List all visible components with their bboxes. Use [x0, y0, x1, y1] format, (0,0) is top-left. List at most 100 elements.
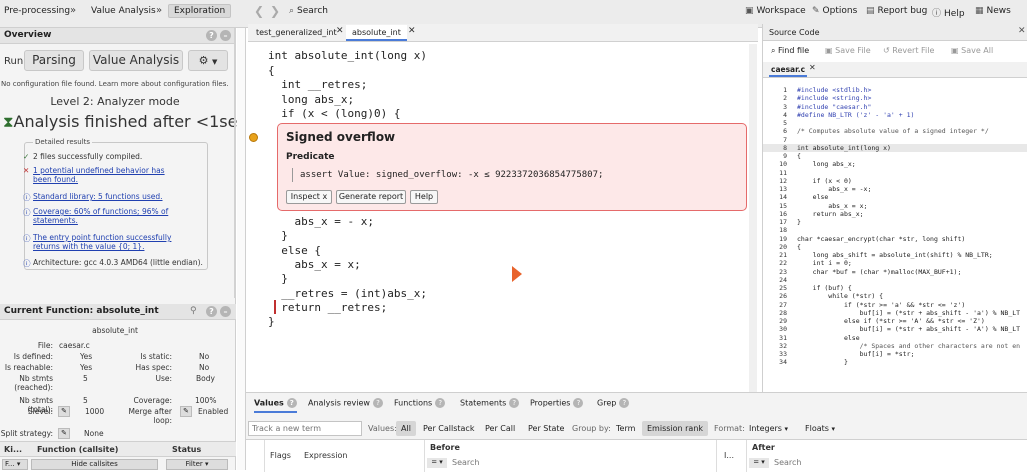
col-before[interactable]: Before	[430, 443, 460, 452]
source-line[interactable]: 17}	[763, 218, 1027, 226]
col-i[interactable]: I...	[724, 451, 734, 460]
search-button[interactable]: ⌕ Search	[289, 6, 328, 16]
result-link[interactable]: 1 potential undefined behavior has been …	[33, 166, 165, 184]
source-line[interactable]: 30 buf[i] = (*str + abs_shift - 'A') % N…	[763, 325, 1027, 333]
tab-functions[interactable]: Functions?	[394, 398, 446, 408]
generate-report-button[interactable]: Generate report	[336, 190, 406, 204]
source-line[interactable]: 24	[763, 276, 1027, 284]
breadcrumb-value-analysis[interactable]: Value Analysis	[91, 6, 156, 16]
source-line[interactable]: 34 }	[763, 358, 1027, 366]
tab-values[interactable]: Values?	[254, 398, 297, 413]
editor-scrollbar[interactable]	[749, 44, 757, 392]
source-line[interactable]: 31 else	[763, 334, 1027, 342]
news-button[interactable]: ▦ News	[975, 6, 1011, 16]
overview-scrollbar[interactable]	[234, 28, 236, 298]
source-line[interactable]: 3 #include "caesar.h"	[763, 103, 1027, 111]
tab-absolute-int[interactable]: absolute_int	[346, 25, 407, 41]
source-line[interactable]: 21 long abs_shift = absolute_int(shift) …	[763, 251, 1027, 259]
result-item-coverage[interactable]: ⓘ Coverage: 60% of functions; 96% of stat…	[23, 207, 183, 225]
tab-analysis-review[interactable]: Analysis review?	[308, 398, 383, 408]
group-term-button[interactable]: Term	[611, 421, 640, 436]
code-line[interactable]: {	[268, 64, 275, 77]
value-analysis-button[interactable]: Value Analysis	[89, 50, 183, 71]
revert-file-button[interactable]: ↺ Revert File	[883, 46, 934, 55]
source-line[interactable]: 20 {	[763, 243, 1027, 251]
col-flags[interactable]: Flags	[270, 451, 291, 460]
code-editor[interactable]: int absolute_int(long x){ int __retres; …	[248, 44, 758, 392]
source-line[interactable]: 11	[763, 169, 1027, 177]
after-filter-dropdown[interactable]: = ▾	[749, 458, 769, 468]
workspace-button[interactable]: ▣ Workspace	[745, 6, 806, 16]
source-line[interactable]: 8 int absolute_int(long x)	[763, 143, 1027, 152]
collapse-icon[interactable]: –	[220, 30, 231, 41]
split-edit-button[interactable]: ✎	[58, 428, 70, 439]
source-line[interactable]: 5	[763, 119, 1027, 127]
source-line[interactable]: 26 while (*str) {	[763, 292, 1027, 300]
code-line[interactable]: if (x < (long)0) {	[268, 107, 400, 120]
col-expression[interactable]: Expression	[304, 451, 347, 460]
kind-filter[interactable]: F... ▾	[2, 459, 28, 470]
source-line[interactable]: 1 #include <stdlib.h>	[763, 86, 1027, 94]
save-all-button[interactable]: ▣ Save All	[951, 46, 993, 55]
merge-edit-button[interactable]: ✎	[180, 406, 192, 417]
source-line[interactable]: 2 #include <string.h>	[763, 94, 1027, 102]
slevel-edit-button[interactable]: ✎	[58, 406, 70, 417]
settings-dropdown[interactable]: ⚙ ▼	[188, 50, 228, 71]
source-line[interactable]: 14 else	[763, 193, 1027, 201]
help-icon[interactable]: ?	[206, 306, 217, 317]
source-line[interactable]: 25 if (buf) {	[763, 284, 1027, 292]
format-integers-dropdown[interactable]: Integers ▾	[744, 421, 793, 436]
source-line[interactable]: 16 return abs_x;	[763, 210, 1027, 218]
col-kind[interactable]: Ki...	[4, 445, 22, 454]
alarm-marker-icon[interactable]	[249, 133, 258, 142]
after-search-field[interactable]: Search	[774, 458, 801, 467]
alarm-help-button[interactable]: Help	[410, 190, 438, 204]
tab-caesar-c[interactable]: caesar.c	[769, 64, 808, 77]
code-line[interactable]: abs_x = x;	[268, 258, 360, 271]
close-icon[interactable]: ✕	[336, 26, 344, 36]
help-icon[interactable]: ?	[509, 398, 520, 408]
result-link[interactable]: The entry point function successfully re…	[33, 233, 171, 251]
source-line[interactable]: 32 /* Spaces and other characters are no…	[763, 342, 1027, 350]
before-search-field[interactable]: Search	[452, 458, 479, 467]
close-icon[interactable]: ✕	[408, 26, 416, 36]
col-after[interactable]: After	[752, 443, 775, 452]
code-line[interactable]: int __retres;	[268, 78, 367, 91]
source-line[interactable]: 18	[763, 226, 1027, 234]
help-button[interactable]: ⓘ Help	[932, 6, 965, 19]
code-line[interactable]: abs_x = - x;	[268, 215, 373, 228]
source-line[interactable]: 28 buf[i] = (*str + abs_shift - 'a') % N…	[763, 309, 1027, 317]
panel-splitter[interactable]	[237, 28, 246, 470]
source-line[interactable]: 13 abs_x = -x;	[763, 185, 1027, 193]
status-filter[interactable]: Filter ▾	[166, 459, 228, 470]
help-icon[interactable]: ?	[286, 398, 297, 408]
result-item-stdlib[interactable]: ⓘ Standard library: 5 functions used.	[23, 192, 183, 202]
source-line[interactable]: 23 char *buf = (char *)malloc(MAX_BUF+1)…	[763, 268, 1027, 276]
result-link[interactable]: Standard library: 5 functions used.	[33, 192, 163, 201]
help-icon[interactable]: ?	[372, 398, 383, 408]
source-line[interactable]: 7	[763, 136, 1027, 144]
help-icon[interactable]: ?	[435, 398, 446, 408]
parsing-button[interactable]: Parsing	[24, 50, 84, 71]
save-file-button[interactable]: ▣ Save File	[825, 46, 871, 55]
source-line[interactable]: 15 abs_x = x;	[763, 202, 1027, 210]
collapse-icon[interactable]: –	[220, 306, 231, 317]
forward-arrow-icon[interactable]: ❯	[270, 4, 280, 18]
source-line[interactable]: 10 long abs_x;	[763, 160, 1027, 168]
code-line[interactable]: __retres = (int)abs_x;	[268, 287, 427, 300]
code-line[interactable]: else {	[268, 244, 321, 257]
tab-test-generalized-int[interactable]: test_generalized_int	[250, 25, 343, 41]
breadcrumb-exploration[interactable]: Exploration	[168, 4, 232, 18]
values-per-callstack-button[interactable]: Per Callstack	[418, 421, 479, 436]
close-icon[interactable]: ✕	[1018, 26, 1026, 36]
values-per-call-button[interactable]: Per Call	[480, 421, 520, 436]
code-line[interactable]: }	[268, 315, 275, 328]
values-all-button[interactable]: All	[396, 421, 416, 436]
tab-properties[interactable]: Properties?	[530, 398, 584, 408]
col-status[interactable]: Status	[172, 445, 201, 454]
pin-icon[interactable]: ⚲	[190, 306, 197, 316]
inspect-button[interactable]: Inspect x	[286, 190, 332, 204]
source-line[interactable]: 4 #define NB_LTR ('z' - 'a' + 1)	[763, 111, 1027, 119]
format-floats-dropdown[interactable]: Floats ▾	[800, 421, 840, 436]
help-icon[interactable]: ?	[206, 30, 217, 41]
